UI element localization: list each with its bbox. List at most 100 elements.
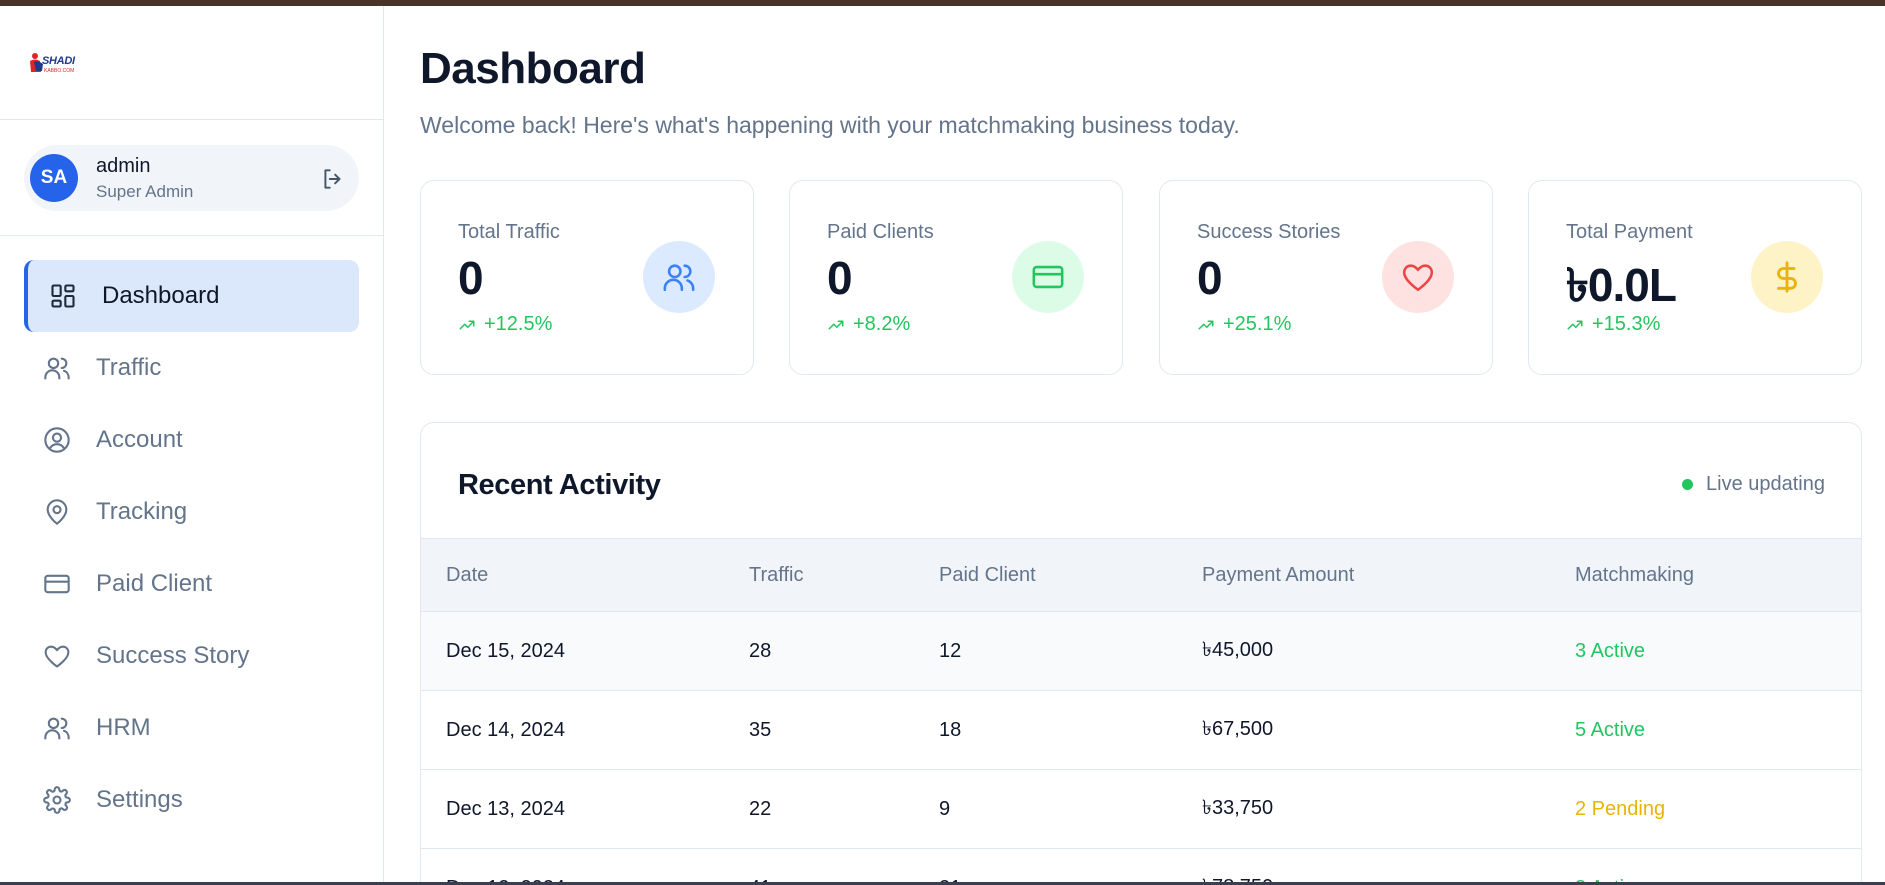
column-header-matchmaking[interactable]: Matchmaking — [1550, 539, 1861, 612]
table-row[interactable]: Dec 13, 2024 22 9 ৳33,750 2 Pending — [421, 770, 1861, 849]
heart-icon — [42, 641, 72, 671]
cell-payment: ৳45,000 — [1202, 638, 1274, 661]
live-dot-icon — [1682, 479, 1694, 490]
sidebar-item-label: Tracking — [96, 498, 188, 525]
trending-up-icon — [459, 320, 475, 329]
stat-value: 0 — [827, 252, 853, 304]
user-group-icon — [42, 713, 72, 743]
sidebar-item-paid-client[interactable]: Paid Client — [24, 548, 359, 620]
stat-card-total-payment: Total Payment ৳0.0L +15.3% — [1528, 180, 1862, 375]
logo-text: SHADI — [42, 55, 75, 67]
stats-row: Total Traffic 0 +12.5% Paid Clients 0 +8… — [420, 180, 1862, 375]
page-title: Dashboard — [420, 44, 646, 93]
heart-icon — [1382, 241, 1454, 313]
sidebar-item-label: Settings — [96, 786, 183, 813]
cell-matchmaking-status: 5 Active — [1575, 718, 1646, 741]
sidebar: SHADI KABBO.COM SA admin Super Admin Das… — [0, 6, 384, 882]
page-subtitle: Welcome back! Here's what's happening wi… — [420, 112, 1240, 138]
column-header-payment-amount[interactable]: Payment Amount — [1177, 539, 1550, 612]
brand-logo[interactable]: SHADI KABBO.COM — [28, 50, 94, 78]
live-indicator: Live updating — [1682, 473, 1825, 496]
cell-paid-client: 21 — [914, 849, 1177, 885]
activity-table: Date Traffic Paid Client Payment Amount … — [421, 538, 1861, 885]
column-header-paid-client[interactable]: Paid Client — [914, 539, 1177, 612]
stat-change-value: +25.1% — [1223, 313, 1292, 335]
stat-value: 0 — [458, 252, 484, 304]
stat-card-total-traffic: Total Traffic 0 +12.5% — [420, 180, 754, 375]
stat-change-value: +12.5% — [484, 313, 553, 335]
table-row[interactable]: Dec 15, 2024 28 12 ৳45,000 3 Active — [421, 611, 1861, 691]
stat-card-paid-clients: Paid Clients 0 +8.2% — [789, 180, 1123, 375]
user-name: admin — [96, 155, 151, 177]
gear-icon — [42, 785, 72, 815]
sidebar-item-settings[interactable]: Settings — [24, 764, 359, 836]
sidebar-item-hrm[interactable]: HRM — [24, 692, 359, 764]
cell-paid-client: 18 — [939, 718, 962, 741]
logo-area: SHADI KABBO.COM — [0, 6, 383, 120]
user-section: SA admin Super Admin — [0, 120, 383, 236]
sidebar-item-label: Success Story — [96, 642, 250, 669]
sidebar-item-tracking[interactable]: Tracking — [24, 476, 359, 548]
user-role: Super Admin — [96, 182, 194, 201]
sidebar-item-account[interactable]: Account — [24, 404, 359, 476]
column-header-date[interactable]: Date — [421, 539, 724, 612]
column-header-traffic[interactable]: Traffic — [724, 539, 914, 612]
cell-traffic: 22 — [749, 797, 772, 820]
stat-change-value: +15.3% — [1592, 313, 1661, 335]
cell-matchmaking-status: 3 Active — [1575, 639, 1646, 662]
trending-up-icon — [1198, 320, 1214, 329]
users-icon — [42, 353, 72, 383]
cell-matchmaking-status: 8 Active — [1550, 849, 1861, 885]
cell-traffic: 41 — [724, 849, 914, 885]
dollar-icon — [1751, 241, 1823, 313]
sidebar-item-label: Traffic — [96, 354, 162, 381]
sidebar-item-dashboard[interactable]: Dashboard — [24, 260, 359, 332]
live-label: Live updating — [1706, 473, 1825, 495]
cell-date: Dec 14, 2024 — [446, 718, 565, 741]
avatar: SA — [30, 154, 78, 202]
cell-payment: ৳33,750 — [1202, 796, 1274, 819]
dashboard-grid-icon — [48, 281, 78, 311]
sidebar-item-traffic[interactable]: Traffic — [24, 332, 359, 404]
cell-payment: ৳78,750 — [1177, 849, 1550, 885]
cell-date: Dec 13, 2024 — [446, 797, 565, 820]
stat-change: +25.1% — [1197, 313, 1291, 336]
stat-label: Total Traffic — [458, 221, 560, 243]
credit-card-icon — [42, 569, 72, 599]
sidebar-item-success-story[interactable]: Success Story — [24, 620, 359, 692]
stat-card-success-stories: Success Stories 0 +25.1% — [1159, 180, 1493, 375]
stat-change: +15.3% — [1566, 313, 1660, 336]
table-header-row: Date Traffic Paid Client Payment Amount … — [421, 538, 1861, 612]
sidebar-nav: Dashboard Traffic Account Tracking Paid … — [24, 260, 359, 836]
cell-paid-client: 12 — [939, 639, 962, 662]
stat-change: +12.5% — [458, 313, 552, 336]
map-pin-icon — [42, 497, 72, 527]
logout-icon[interactable] — [320, 166, 346, 192]
stat-label: Total Payment — [1566, 221, 1693, 243]
main-content: Dashboard Welcome back! Here's what's ha… — [384, 6, 1885, 885]
cell-paid-client: 9 — [939, 797, 951, 820]
cell-matchmaking-status: 2 Pending — [1575, 797, 1666, 820]
cell-date: Dec 12, 2024 — [421, 849, 724, 885]
stat-label: Success Stories — [1197, 221, 1341, 243]
sidebar-item-label: Dashboard — [102, 282, 220, 309]
stat-label: Paid Clients — [827, 221, 934, 243]
cell-date: Dec 15, 2024 — [446, 639, 565, 662]
section-title: Recent Activity — [458, 469, 661, 501]
user-card: SA admin Super Admin — [24, 145, 359, 211]
stat-change-value: +8.2% — [853, 313, 911, 335]
sidebar-item-label: Account — [96, 426, 183, 453]
stat-change: +8.2% — [827, 313, 910, 336]
table-row[interactable]: Dec 14, 2024 35 18 ৳67,500 5 Active — [421, 691, 1861, 770]
sidebar-item-label: HRM — [96, 714, 151, 741]
users-icon — [643, 241, 715, 313]
logo-subtext: KABBO.COM — [44, 68, 75, 74]
credit-card-icon — [1012, 241, 1084, 313]
user-circle-icon — [42, 425, 72, 455]
cell-traffic: 28 — [749, 639, 772, 662]
sidebar-item-label: Paid Client — [96, 570, 213, 597]
stat-value: 0 — [1197, 252, 1223, 304]
trending-up-icon — [828, 320, 844, 329]
cell-payment: ৳67,500 — [1202, 717, 1274, 740]
table-row[interactable]: Dec 12, 2024 41 21 ৳78,750 8 Active — [421, 849, 1861, 885]
